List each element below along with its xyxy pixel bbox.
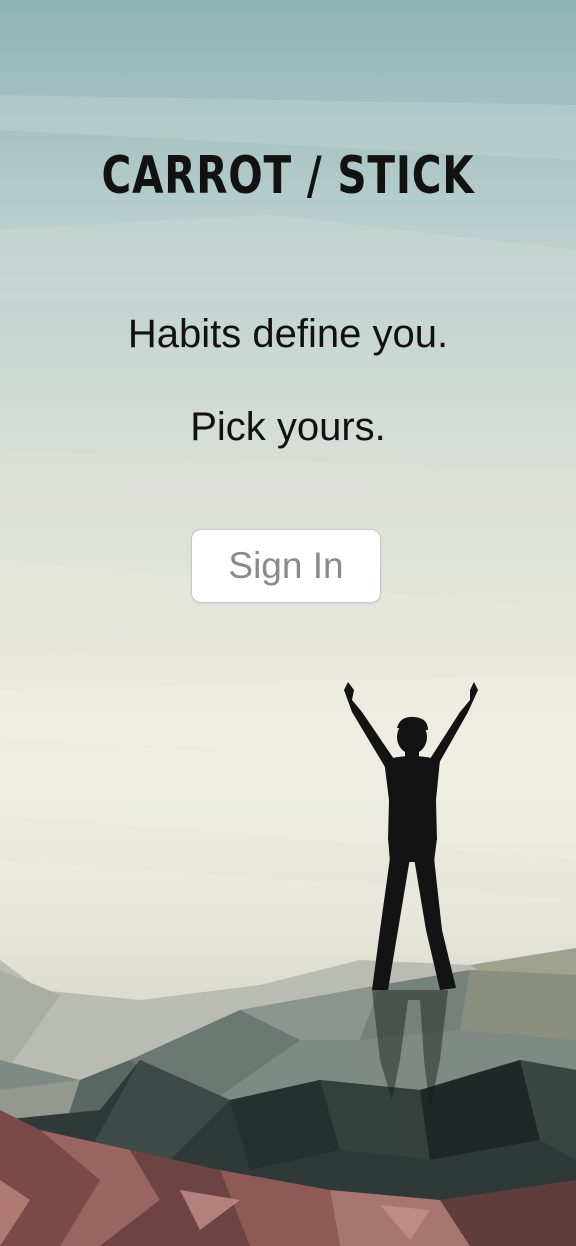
tagline-line-1: Habits define you.	[127, 312, 449, 356]
app-title: CARROT / STICK	[101, 146, 475, 206]
person-arms-raised-silhouette-icon	[344, 682, 478, 990]
onboarding-screen: CARROT / STICK Habits define you. Pick y…	[0, 0, 576, 1246]
tagline-line-2: Pick yours.	[190, 405, 386, 449]
sky-facets	[0, 95, 576, 900]
sign-in-button[interactable]: Sign In	[191, 529, 381, 603]
